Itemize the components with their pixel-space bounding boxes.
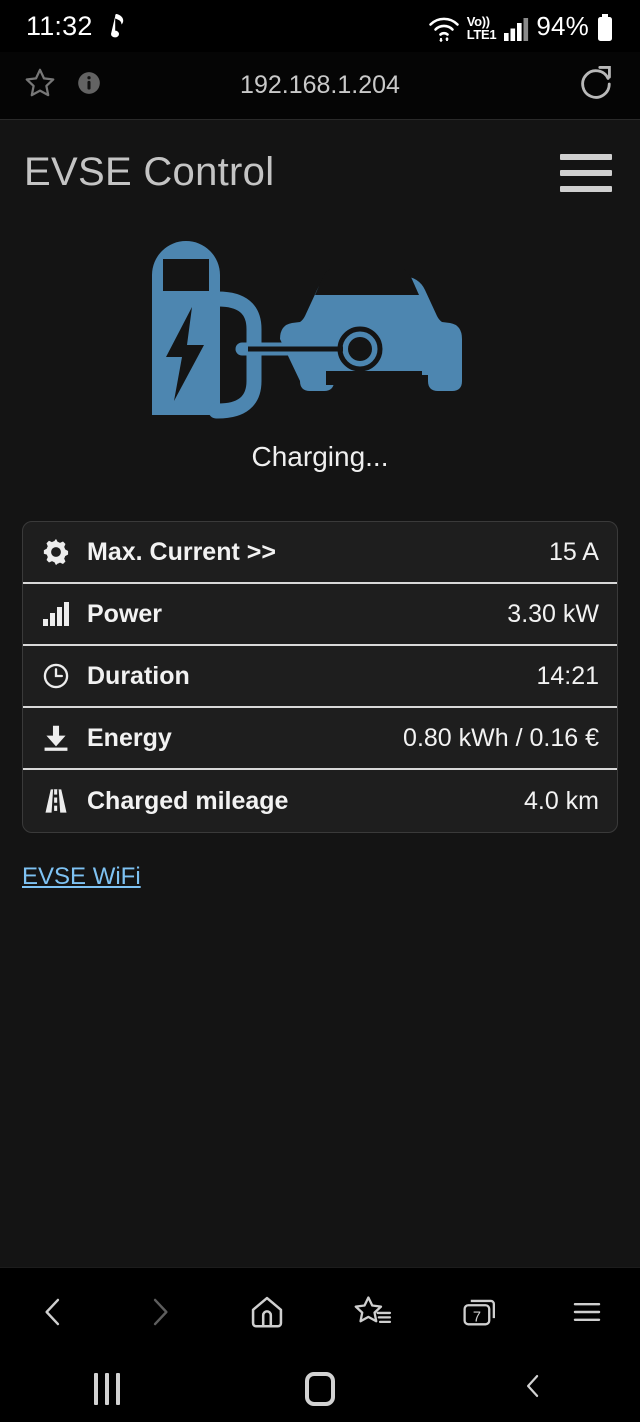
info-card: Max. Current >> 15 A Power 3.30 kW Durat… (22, 521, 618, 833)
volte-indicator: Vo)) LTE1 (467, 15, 497, 41)
row-value: 0.80 kWh / 0.16 € (403, 723, 599, 752)
clock-icon (39, 662, 73, 690)
status-clock: 11:32 (26, 10, 93, 41)
row-value: 15 A (548, 537, 599, 566)
status-bar-right: Vo)) LTE1 94% (428, 11, 614, 42)
download-icon (39, 724, 73, 752)
browser-url-bar[interactable]: 192.168.1.204 (0, 52, 640, 120)
signal-bars-icon (503, 16, 529, 42)
hamburger-bar (560, 185, 612, 192)
charging-status-text: Charging... (251, 441, 389, 472)
browser-bookmarks-button[interactable] (320, 1268, 427, 1355)
road-icon (39, 787, 73, 815)
nav-back-button[interactable] (427, 1368, 640, 1409)
recents-bar (115, 1372, 120, 1405)
reload-icon[interactable] (576, 62, 618, 109)
browser-back-button[interactable] (0, 1268, 107, 1355)
page-title: EVSE Control (24, 150, 275, 194)
row-value: 3.30 kW (507, 599, 599, 628)
hamburger-menu-icon[interactable] (560, 153, 612, 192)
row-value: 14:21 (536, 661, 599, 690)
table-row[interactable]: Max. Current >> 15 A (23, 522, 617, 584)
table-row: Charged mileage 4.0 km (23, 770, 617, 832)
android-nav-bar (0, 1355, 640, 1422)
row-label: Energy (87, 723, 172, 752)
info-icon[interactable] (76, 70, 102, 101)
browser-bottom-toolbar: 7 (0, 1267, 640, 1355)
recents-icon (93, 1372, 120, 1405)
back-chevron-icon (519, 1368, 547, 1409)
table-row: Energy 0.80 kWh / 0.16 € (23, 708, 617, 770)
url-bar-right-icons (576, 62, 618, 109)
hamburger-bar (560, 169, 612, 176)
volte-bottom-label: LTE1 (466, 26, 497, 42)
browser-tabs-button[interactable]: 7 (427, 1268, 534, 1355)
battery-icon (596, 13, 614, 42)
tab-count-label: 7 (473, 1309, 481, 1325)
browser-forward-button[interactable] (107, 1268, 214, 1355)
table-row: Duration 14:21 (23, 646, 617, 708)
url-bar-left-icons (22, 65, 102, 106)
home-square-icon (304, 1371, 335, 1406)
nav-home-button[interactable] (213, 1371, 426, 1406)
nav-recents-button[interactable] (0, 1372, 213, 1405)
recents-bar (104, 1372, 109, 1405)
row-label: Charged mileage (87, 786, 289, 815)
hamburger-bar (560, 153, 612, 160)
row-label: Max. Current >> (87, 537, 276, 566)
gear-icon (39, 538, 73, 566)
wifi-icon (428, 14, 460, 42)
table-row: Power 3.30 kW (23, 584, 617, 646)
evse-wifi-link[interactable]: EVSE WiFi (22, 863, 141, 891)
row-label: Duration (87, 661, 190, 690)
android-status-bar: 11:32 Vo)) LTE1 94% (0, 0, 640, 52)
recents-bar (93, 1372, 98, 1405)
ev-charging-station-car-icon (0, 219, 640, 419)
browser-home-button[interactable] (213, 1268, 320, 1355)
app-header: EVSE Control (0, 120, 640, 213)
battery-percent-label: 94% (536, 10, 589, 41)
star-outline-icon[interactable] (22, 65, 58, 106)
browser-menu-button[interactable] (533, 1268, 640, 1355)
row-label: Power (87, 599, 163, 628)
phone-screen: 11:32 Vo)) LTE1 94% 192.168.1.204 EVSE C… (0, 0, 640, 1422)
row-value: 4.0 km (523, 786, 599, 815)
web-page-content: EVSE Control Charging... Max. Current >>… (0, 120, 640, 1267)
music-note-icon (105, 13, 127, 39)
signal-bars-icon (39, 602, 73, 626)
status-bar-left: 11:32 (26, 11, 127, 42)
